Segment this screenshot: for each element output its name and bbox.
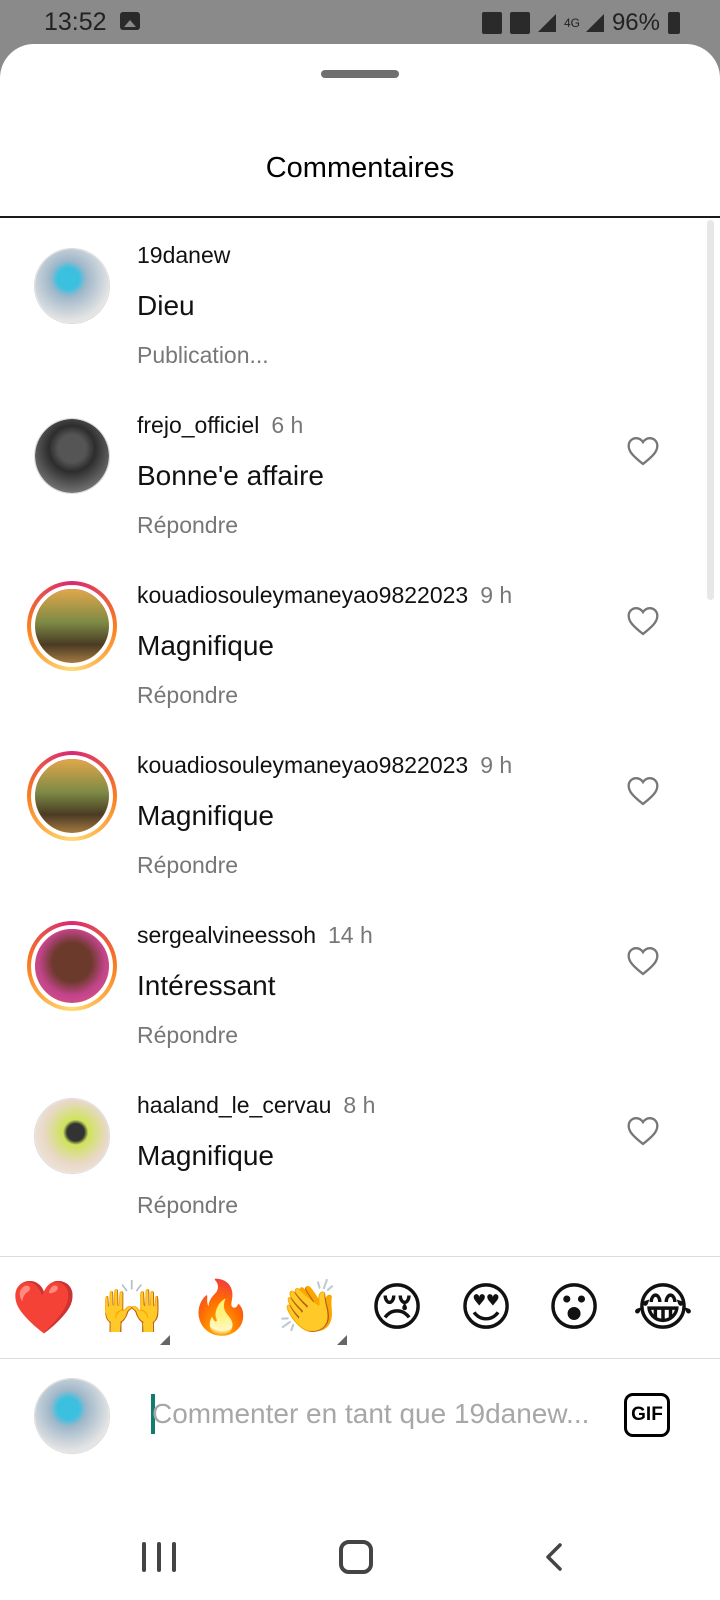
comment-input[interactable] (152, 1390, 592, 1438)
recents-icon[interactable] (142, 1542, 176, 1572)
divider (0, 216, 720, 218)
like-heart-icon[interactable] (626, 436, 660, 466)
comment-text: Bonne'e affaire (137, 460, 324, 491)
skin-tone-indicator-icon (337, 1335, 347, 1345)
emoji-surprised[interactable]: 😮 (541, 1275, 607, 1341)
avatar-story-ring[interactable] (27, 581, 117, 671)
status-icons: 4G 96% (481, 9, 680, 37)
comment-time: 9 h (480, 582, 513, 608)
mute-icon (509, 12, 530, 34)
comment-item: kouadiosouleymaneyao9822023 9 h Magnifiqu… (0, 576, 720, 746)
network-type: 4G (563, 16, 580, 30)
emoji-heart[interactable]: ❤️ (11, 1275, 77, 1341)
emoji-raising-hands[interactable]: 🙌 (99, 1275, 165, 1341)
system-nav-bar (0, 1484, 720, 1600)
reply-button[interactable]: Répondre (137, 852, 238, 879)
reply-button[interactable]: Répondre (137, 1192, 238, 1219)
reply-button[interactable]: Répondre (137, 512, 238, 539)
comments-sheet: Commentaires 19danew Dieu Publication...… (0, 44, 720, 1600)
skin-tone-indicator-icon (160, 1335, 170, 1345)
comment-time: 8 h (343, 1092, 376, 1118)
emoji-clapping-hands[interactable]: 👏 (276, 1275, 342, 1341)
comment-username[interactable]: sergealvineessoh (137, 922, 316, 948)
publishing-status: Publication... (137, 342, 269, 368)
comment-username[interactable]: frejo_officiel (137, 412, 259, 438)
comment-username[interactable]: 19danew (137, 242, 230, 268)
comment-text: Magnifique (137, 1140, 274, 1171)
sd-card-icon (481, 12, 502, 34)
emoji-reaction-bar: ❤️ 🙌 🔥 👏 😢 😍 😮 😂 (0, 1256, 720, 1359)
comment-item: 19danew Dieu Publication... (0, 236, 720, 406)
like-heart-icon[interactable] (626, 946, 660, 976)
home-icon[interactable] (339, 1540, 373, 1574)
comment-username[interactable]: kouadiosouleymaneyao9822023 (137, 752, 468, 778)
like-heart-icon[interactable] (626, 606, 660, 636)
comment-time: 14 h (328, 922, 373, 948)
signal-icon (585, 14, 604, 32)
reply-button[interactable]: Répondre (137, 682, 238, 709)
back-icon[interactable] (540, 1542, 570, 1572)
comment-header: kouadiosouleymaneyao9822023 9 h (137, 752, 512, 779)
comment-compose-bar: GIF (0, 1360, 720, 1470)
avatar[interactable] (34, 418, 110, 494)
reply-button[interactable]: Répondre (137, 1022, 238, 1049)
sheet-title: Commentaires (265, 152, 455, 184)
avatar-story-ring[interactable] (27, 921, 117, 1011)
status-bar: 13:52 4G 96% (0, 0, 720, 46)
battery-icon (668, 12, 680, 34)
avatar[interactable] (34, 248, 110, 324)
emoji-heart-eyes[interactable]: 😍 (453, 1275, 519, 1341)
comment-time: 9 h (480, 752, 513, 778)
battery-percent: 96% (611, 9, 660, 36)
like-heart-icon[interactable] (626, 1116, 660, 1146)
gif-button[interactable]: GIF (624, 1393, 670, 1437)
comment-text: Magnifique (137, 800, 274, 831)
like-heart-icon[interactable] (626, 776, 660, 806)
comment-item: frejo_officiel 6 h Bonne'e affaire Répond… (0, 406, 720, 576)
avatar-story-ring[interactable] (27, 751, 117, 841)
signal-icon (537, 14, 556, 32)
emoji-crying[interactable]: 😢 (364, 1275, 430, 1341)
emoji-fire[interactable]: 🔥 (188, 1275, 254, 1341)
status-time: 13:52 (44, 8, 107, 36)
comment-username[interactable]: kouadiosouleymaneyao9822023 (137, 582, 468, 608)
comment-text: Dieu (137, 290, 195, 321)
comment-header: 19danew (137, 242, 230, 269)
comment-item: kouadiosouleymaneyao9822023 9 h Magnifiqu… (0, 746, 720, 916)
comment-header: haaland_le_cervau 8 h (137, 1092, 375, 1119)
comment-item: haaland_le_cervau 8 h Magnifique Répondre (0, 1086, 720, 1256)
comment-item: sergealvineessoh 14 h Intéressant Répondr… (0, 916, 720, 1086)
drag-handle[interactable] (321, 70, 399, 78)
avatar[interactable] (34, 1098, 110, 1174)
comment-header: sergealvineessoh 14 h (137, 922, 373, 949)
comment-header: kouadiosouleymaneyao9822023 9 h (137, 582, 512, 609)
comment-text: Intéressant (137, 970, 276, 1001)
comment-text: Magnifique (137, 630, 274, 661)
comment-header: frejo_officiel 6 h (137, 412, 303, 439)
comment-username[interactable]: haaland_le_cervau (137, 1092, 331, 1118)
current-user-avatar (34, 1378, 110, 1454)
emoji-tears-of-joy[interactable]: 😂 (630, 1275, 696, 1341)
comment-time: 6 h (271, 412, 304, 438)
gallery-icon (120, 12, 140, 30)
